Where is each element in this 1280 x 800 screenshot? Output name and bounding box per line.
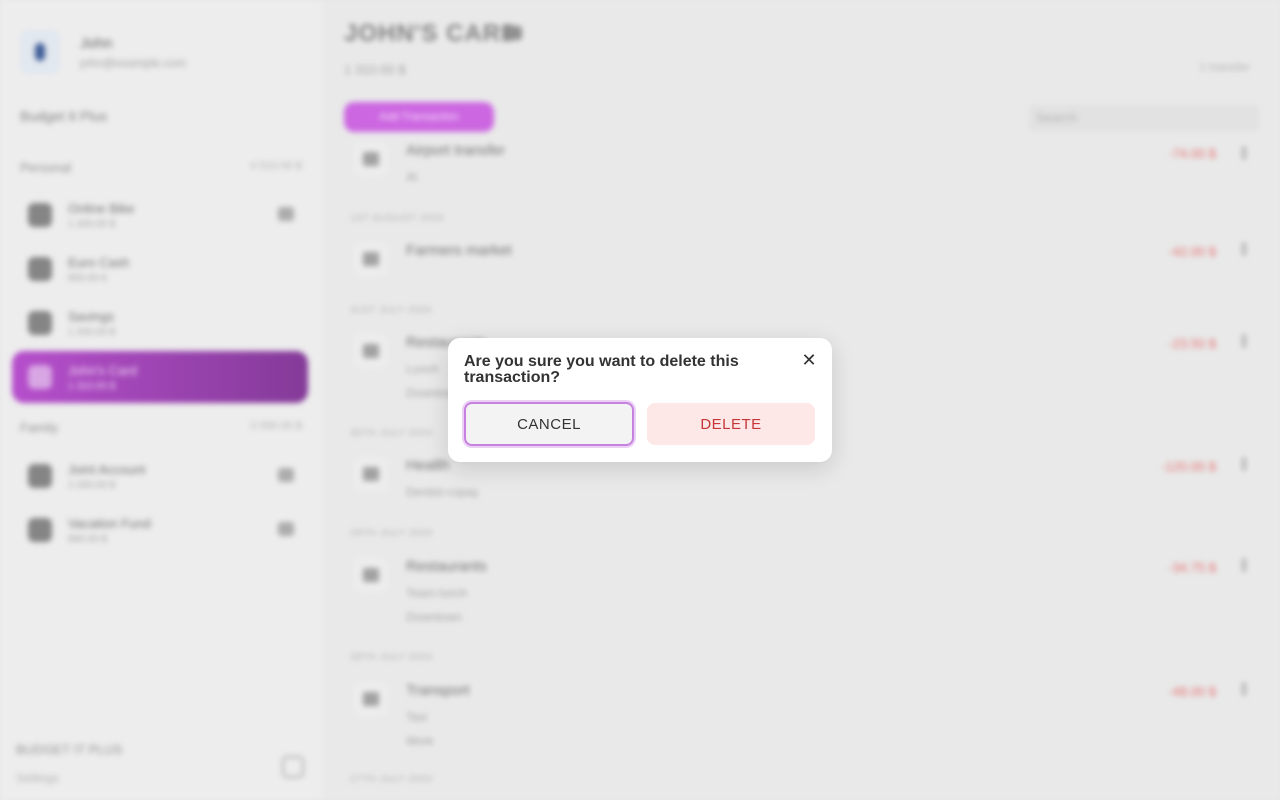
dialog-title: Are you sure you want to delete this tra…: [464, 353, 739, 386]
cancel-button[interactable]: CANCEL: [464, 402, 634, 446]
delete-confirmation-dialog: Are you sure you want to delete this tra…: [448, 338, 832, 462]
close-icon[interactable]: ✕: [798, 349, 820, 371]
delete-button[interactable]: DELETE: [647, 403, 815, 445]
